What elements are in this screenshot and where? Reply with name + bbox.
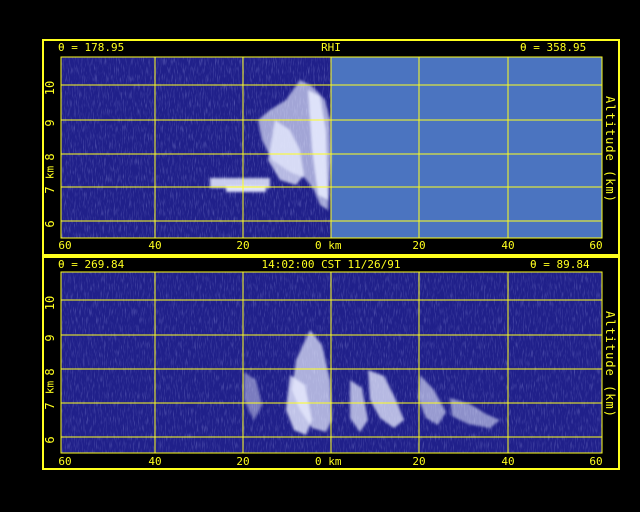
top-ytick-9: 9 <box>43 119 57 127</box>
bottom-theta-left: θ = 269.84 <box>58 258 125 271</box>
bottom-timestamp: 14:02:00 CST 11/26/91 <box>261 258 401 271</box>
bottom-theta-right: θ = 89.84 <box>530 258 590 271</box>
bottom-xtick-2: 20 <box>236 455 250 468</box>
top-xtick-0: 60 <box>58 239 72 252</box>
bottom-xtick-4: 20 <box>412 455 426 468</box>
bottom-ytick-9: 9 <box>43 334 57 342</box>
top-ytick-6: 6 <box>43 220 57 228</box>
top-left-axis-label: km <box>43 165 57 180</box>
top-radar-plot <box>60 56 603 239</box>
bottom-radar-plot <box>60 271 603 454</box>
top-title: RHI <box>321 41 341 54</box>
rhi-display: θ = 178.95 RHI θ = 358.95 10 9 8 7 6 km … <box>0 0 640 512</box>
bottom-xtick-1: 40 <box>148 455 162 468</box>
bottom-xtick-3: 0 km <box>315 455 342 468</box>
top-xtick-5: 40 <box>501 239 515 252</box>
top-xtick-2: 20 <box>236 239 250 252</box>
bottom-xtick-6: 60 <box>589 455 603 468</box>
top-xtick-1: 40 <box>148 239 162 252</box>
top-theta-right: θ = 358.95 <box>520 41 587 54</box>
top-xtick-4: 20 <box>412 239 426 252</box>
bottom-ytick-10: 10 <box>43 295 57 311</box>
top-right-axis-label: Altitude (km) <box>603 96 617 203</box>
top-theta-left: θ = 178.95 <box>58 41 125 54</box>
bottom-right-axis-label: Altitude (km) <box>603 311 617 418</box>
bottom-xtick-5: 40 <box>501 455 515 468</box>
bottom-xtick-0: 60 <box>58 455 72 468</box>
top-ytick-10: 10 <box>43 80 57 96</box>
top-no-data-region <box>331 57 602 238</box>
bottom-ytick-6: 6 <box>43 436 57 444</box>
radar-panels <box>42 39 620 470</box>
top-xtick-6: 60 <box>589 239 603 252</box>
bottom-left-axis-label: km <box>43 380 57 395</box>
top-xtick-3: 0 km <box>315 239 342 252</box>
